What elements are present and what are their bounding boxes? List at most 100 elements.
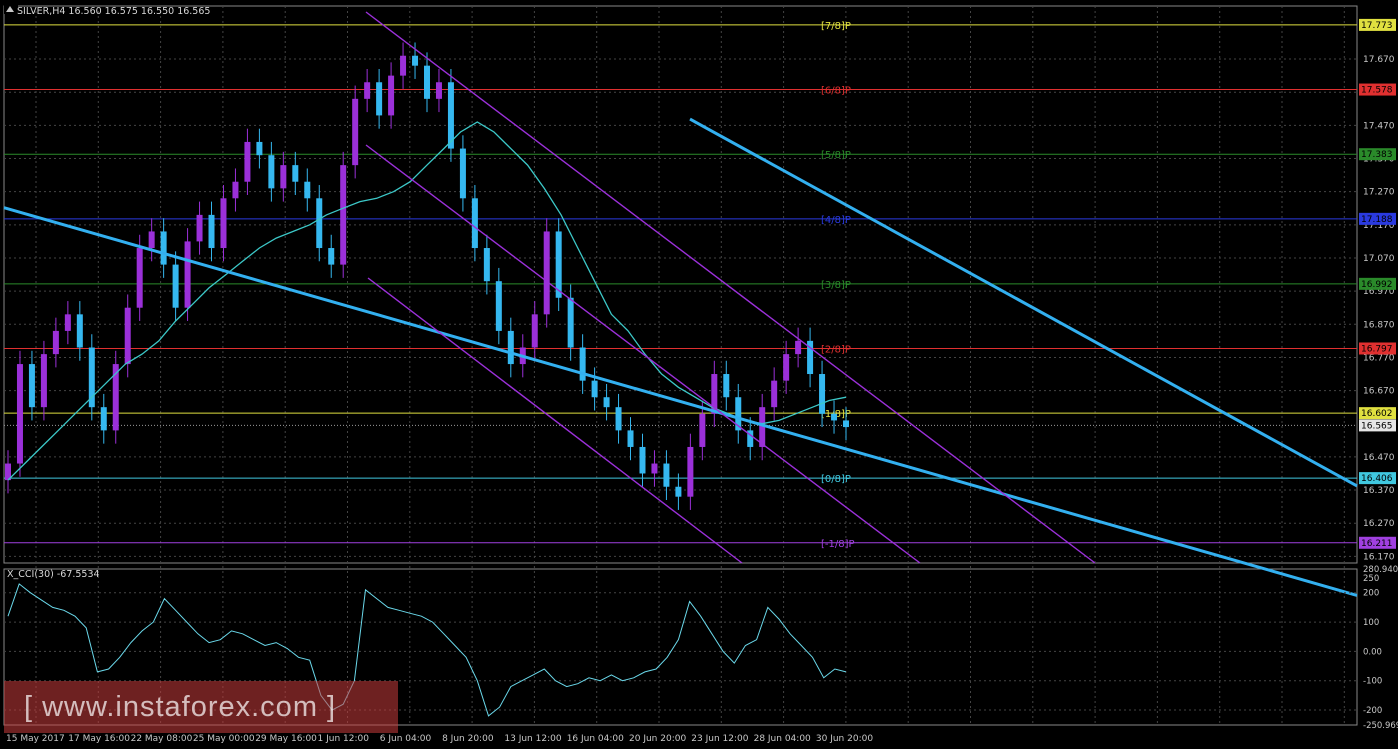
y-tick-label: 16.770 [1363, 353, 1395, 363]
x-axis-label: 17 May 16:00 [68, 734, 130, 744]
y-tick-label: 17.670 [1363, 55, 1395, 65]
candle-body [699, 413, 706, 447]
candle-body [400, 55, 407, 76]
x-axis-label: 15 May 2017 [6, 734, 65, 744]
candle-body [627, 430, 634, 447]
price-tag-label: 17.188 [1361, 215, 1393, 225]
x-axis-label: 28 Jun 04:00 [754, 734, 811, 744]
candle-body [160, 231, 167, 265]
candle-body [16, 364, 23, 464]
x-axis-label: 30 Jun 20:00 [816, 734, 873, 744]
cci-y-tick-label: 100 [1363, 618, 1379, 628]
x-axis-label: 13 Jun 12:00 [504, 734, 561, 744]
x-axis-label: 6 Jun 04:00 [380, 734, 432, 744]
candle-body [52, 330, 59, 355]
x-axis-label: 23 Jun 12:00 [691, 734, 748, 744]
price-chart[interactable]: 17.67017.57017.47017.37017.27017.17017.0… [0, 0, 1398, 749]
candle-body [495, 281, 502, 331]
price-tag-label: 16.406 [1361, 474, 1393, 484]
cci-y-tick-label: 0.00 [1363, 647, 1382, 657]
x-axis-label: 16 Jun 04:00 [567, 734, 624, 744]
candle-body [843, 420, 849, 428]
candle-body [412, 55, 419, 66]
x-axis-label: 22 May 08:00 [131, 734, 193, 744]
cci-y-tick-label: 250 [1363, 574, 1379, 584]
channel-line [365, 11, 1096, 564]
candle-body [531, 314, 538, 348]
candle-body [124, 307, 131, 365]
candle-body [220, 198, 227, 249]
candle-body [244, 141, 251, 182]
candle-body [543, 231, 550, 315]
cci-y-tick-label: 200 [1363, 589, 1379, 599]
y-tick-label: 17.270 [1363, 188, 1395, 198]
candle-body [172, 264, 179, 308]
candle-body [507, 330, 514, 365]
x-axis-label: 8 Jun 20:00 [442, 734, 494, 744]
y-tick-label: 16.470 [1363, 453, 1395, 463]
last-price-label: 16.565 [1361, 421, 1393, 431]
x-axis-label: 20 Jun 20:00 [629, 734, 686, 744]
price-tag-label: 16.797 [1361, 344, 1393, 354]
candle-body [136, 248, 143, 308]
price-tag-label: 16.602 [1361, 409, 1393, 419]
trendline [689, 117, 1358, 488]
chart-window[interactable]: 17.67017.57017.47017.37017.27017.17017.0… [0, 0, 1398, 749]
candle-body [615, 407, 622, 431]
candle-body [208, 214, 215, 249]
y-tick-label: 16.270 [1363, 519, 1395, 529]
candle-body [280, 165, 287, 189]
candle-body [304, 181, 311, 199]
candle-body [88, 347, 95, 408]
candle-body [352, 98, 359, 166]
candle-body [196, 214, 203, 242]
candle-body [388, 75, 395, 116]
murrey-level-label: [3/8]P [821, 280, 851, 291]
candle-body [555, 231, 562, 298]
murrey-level-label: [0/8]P [821, 474, 851, 485]
y-tick-label: 16.370 [1363, 486, 1395, 496]
price-tag-label: 16.992 [1361, 280, 1393, 290]
price-tag-label: 17.773 [1361, 21, 1393, 31]
candle-body [639, 446, 646, 474]
candle-body [76, 314, 83, 348]
moving-average-line [7, 121, 847, 481]
price-tag-label: 17.383 [1361, 150, 1393, 160]
murrey-level-label: [-1/8]P [821, 539, 855, 550]
candle-body [256, 141, 263, 156]
candle-body [687, 446, 694, 497]
candle-body [328, 248, 335, 265]
y-tick-label: 16.670 [1363, 387, 1395, 397]
candle-body [316, 198, 323, 249]
candle-body [40, 354, 47, 408]
x-axis-label: 1 Jun 12:00 [318, 734, 370, 744]
cci-y-tick-label: -200 [1363, 706, 1382, 716]
candle-body [579, 347, 586, 381]
candle-body [483, 248, 490, 282]
murrey-level-label: [6/8]P [821, 86, 851, 97]
y-tick-label: 16.170 [1363, 552, 1395, 562]
candle-body [603, 397, 610, 408]
candle-body [100, 407, 107, 431]
candle-body [148, 231, 155, 249]
candle-body [675, 486, 682, 497]
candle-body [435, 82, 442, 99]
candle-body [64, 314, 71, 331]
price-tag-label: 16.211 [1361, 539, 1393, 549]
murrey-level-label: [2/8]P [821, 344, 851, 355]
candle-body [795, 340, 802, 355]
candle-body [471, 198, 478, 249]
candle-body [376, 82, 383, 116]
x-axis-label: 29 May 16:00 [255, 734, 317, 744]
candle-body [651, 463, 658, 474]
candle-body [771, 380, 778, 408]
trendline [3, 206, 1358, 597]
channel-line [367, 277, 743, 564]
candle-body [424, 65, 430, 99]
watermark-text: [ www.instaforex.com ] [24, 690, 337, 723]
candle-body [340, 165, 347, 265]
murrey-level-label: [5/8]P [821, 150, 851, 161]
cci-y-tick-label: -250.969 [1363, 721, 1398, 731]
price-tag-label: 17.578 [1361, 86, 1393, 96]
y-tick-label: 17.470 [1363, 121, 1395, 131]
